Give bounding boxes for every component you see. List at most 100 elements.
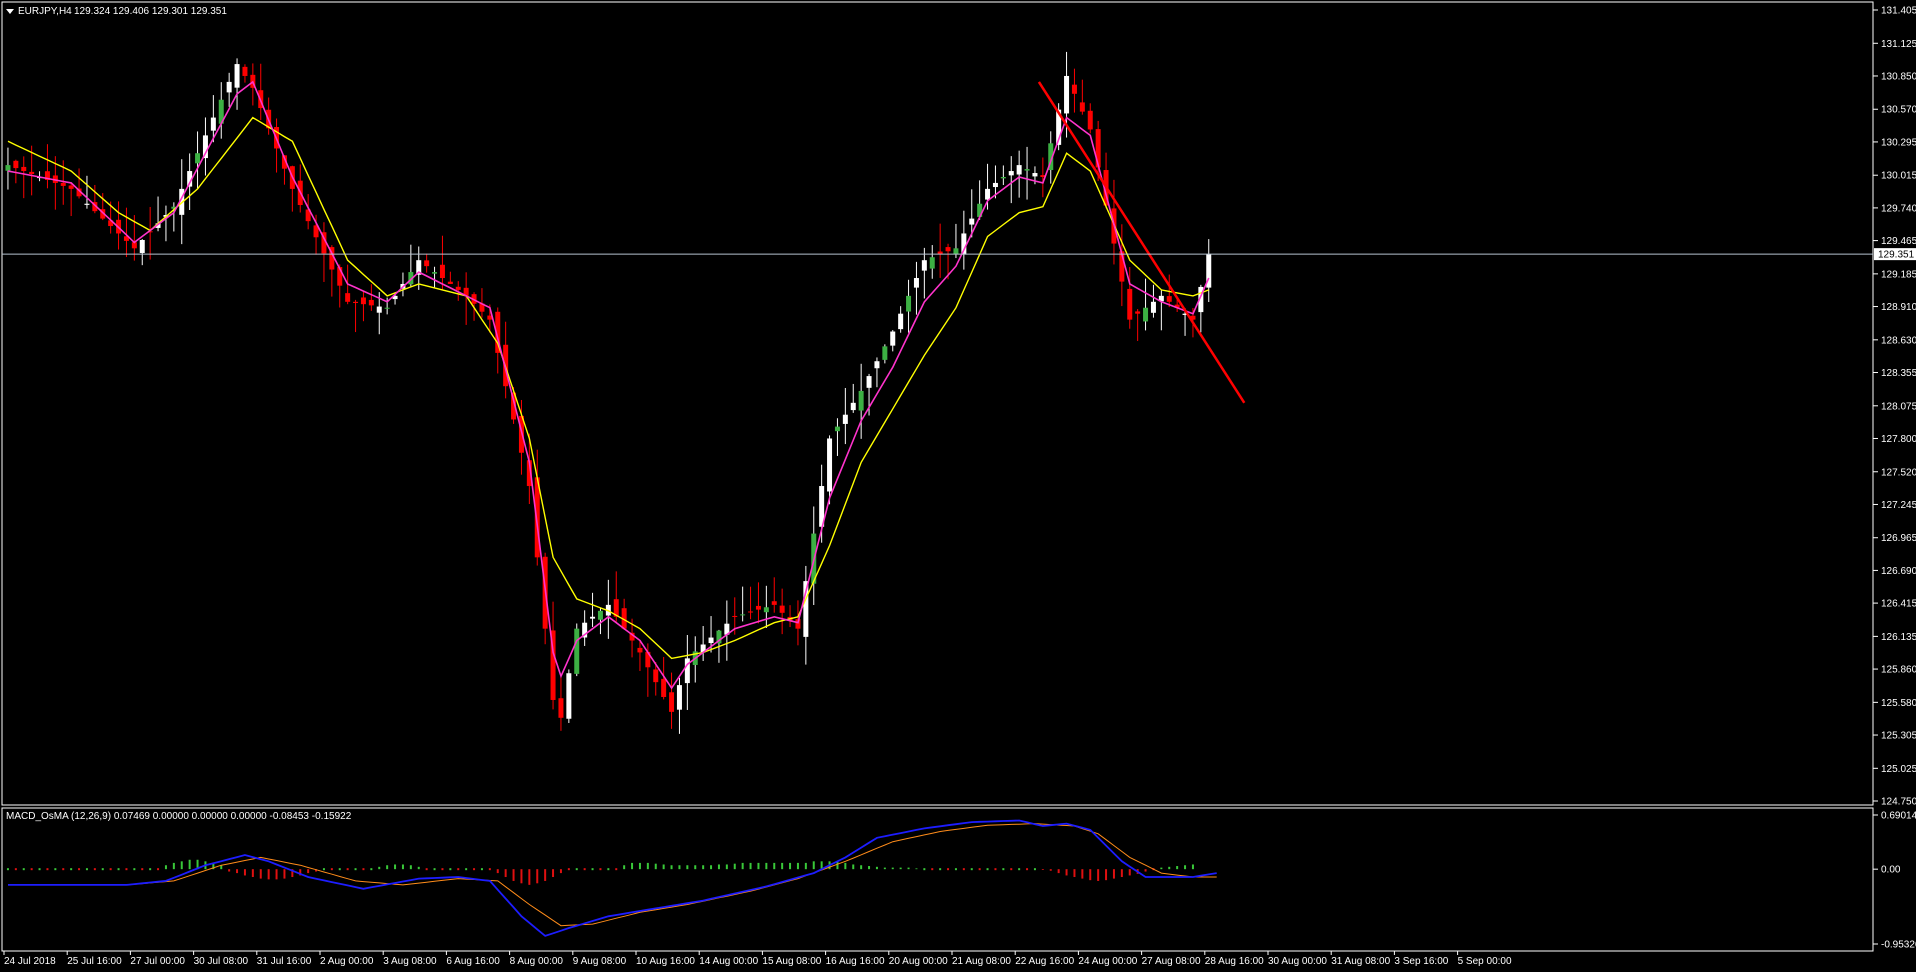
- candle-body: [368, 299, 374, 306]
- osma-bar: [370, 868, 373, 871]
- candle-body: [566, 673, 572, 719]
- osma-bar: [583, 868, 586, 871]
- chart-canvas: 131.405 131.125 130.850 130.570 130.295 130.0…: [0, 0, 1916, 972]
- chart-background: [0, 0, 1916, 972]
- osma-bar: [615, 868, 618, 871]
- osma-bar: [1033, 868, 1036, 871]
- price-tick-label: 127.245: [1881, 500, 1916, 511]
- price-tick-label: 127.800: [1881, 434, 1916, 445]
- candle-body: [242, 66, 248, 76]
- indicator-tick-label: 0.69014: [1881, 811, 1916, 822]
- candle-body: [929, 257, 935, 269]
- osma-bar: [954, 868, 957, 871]
- osma-bar: [480, 868, 483, 871]
- candle-body: [913, 278, 919, 288]
- candle-body: [676, 685, 682, 710]
- candle-body: [992, 182, 998, 188]
- candle-body: [969, 218, 975, 225]
- time-tick-label: 20 Aug 00:00: [889, 956, 948, 967]
- candle-body: [732, 615, 738, 617]
- candle-body: [771, 601, 777, 605]
- time-tick-label: 25 Jul 16:00: [67, 956, 122, 967]
- time-tick-label: 9 Aug 08:00: [573, 956, 627, 967]
- candle-body: [850, 402, 856, 411]
- osma-bar: [38, 868, 41, 871]
- price-tick-label: 129.740: [1881, 203, 1916, 214]
- candle-body: [755, 605, 761, 610]
- time-tick-label: 27 Jul 00:00: [130, 956, 185, 967]
- osma-bar: [970, 868, 973, 871]
- price-tick-label: 129.185: [1881, 269, 1916, 280]
- price-tick-label: 130.015: [1881, 171, 1916, 182]
- osma-bar: [46, 868, 49, 871]
- candle-body: [748, 611, 754, 613]
- price-tick-label: 126.415: [1881, 599, 1916, 610]
- osma-bar: [330, 868, 333, 871]
- osma-bar: [62, 868, 65, 871]
- indicator-title: MACD_OsMA (12,26,9) 0.07469 0.00000 0.00…: [6, 811, 352, 822]
- candle-body: [13, 160, 19, 169]
- candle-body: [842, 414, 848, 424]
- price-tick-label: 125.305: [1881, 731, 1916, 742]
- price-tick-label: 124.750: [1881, 797, 1916, 808]
- osma-bar: [939, 868, 942, 871]
- candle-body: [439, 264, 445, 279]
- osma-bar: [362, 868, 365, 871]
- osma-bar: [488, 868, 491, 871]
- time-tick-label: 31 Aug 08:00: [1331, 956, 1390, 967]
- candle-body: [1127, 288, 1133, 320]
- osma-bar: [93, 868, 96, 871]
- osma-bar: [101, 868, 104, 871]
- osma-bar: [1002, 868, 1005, 871]
- candle-body: [234, 64, 240, 88]
- time-tick-label: 3 Sep 16:00: [1394, 956, 1448, 967]
- candle-body: [985, 188, 991, 200]
- candle-body: [597, 610, 603, 620]
- osma-bar: [962, 868, 965, 871]
- time-tick-label: 28 Aug 16:00: [1205, 956, 1264, 967]
- osma-bar: [133, 868, 136, 871]
- candle-body: [5, 165, 11, 171]
- candle-body: [1087, 110, 1093, 130]
- ohlc-readout: 129.324 129.406 129.301 129.351: [74, 6, 227, 17]
- candle-body: [834, 426, 840, 432]
- candle-body: [708, 637, 714, 644]
- candle-body: [921, 260, 927, 271]
- candle-body: [1000, 176, 1006, 179]
- osma-bar: [354, 868, 357, 871]
- osma-bar: [70, 868, 73, 871]
- candle-body: [1150, 301, 1156, 313]
- osma-bar: [1018, 868, 1021, 871]
- osma-bar: [457, 868, 460, 871]
- price-tick-label: 126.135: [1881, 632, 1916, 643]
- osma-bar: [157, 868, 160, 871]
- candle-body: [424, 260, 430, 267]
- time-tick-label: 5 Sep 00:00: [1458, 956, 1512, 967]
- candle-body: [29, 171, 35, 175]
- osma-bar: [117, 868, 120, 871]
- price-tick-label: 126.965: [1881, 533, 1916, 544]
- time-tick-label: 3 Aug 08:00: [383, 956, 437, 967]
- time-tick-label: 16 Aug 16:00: [826, 956, 885, 967]
- price-tick-label: 130.295: [1881, 137, 1916, 148]
- osma-bar: [591, 868, 594, 871]
- candle-body: [1079, 102, 1085, 112]
- candle-body: [376, 306, 382, 313]
- candle-body: [1032, 173, 1038, 177]
- osma-bar: [322, 868, 325, 871]
- candle-body: [360, 297, 366, 305]
- osma-bar: [141, 868, 144, 871]
- price-tick-label: 125.025: [1881, 764, 1916, 775]
- price-tick-label: 128.630: [1881, 335, 1916, 346]
- candle-body: [432, 272, 438, 274]
- price-tick-label: 128.355: [1881, 368, 1916, 379]
- candle-body: [882, 346, 888, 360]
- time-tick-label: 2 Aug 00:00: [320, 956, 374, 967]
- price-tick-label: 129.465: [1881, 236, 1916, 247]
- candle-body: [1064, 75, 1070, 114]
- osma-bar: [947, 868, 950, 871]
- indicator-tick-label: -0.95326: [1881, 940, 1916, 951]
- osma-bar: [923, 868, 926, 871]
- candle-body: [827, 438, 833, 492]
- candle-body: [558, 698, 564, 718]
